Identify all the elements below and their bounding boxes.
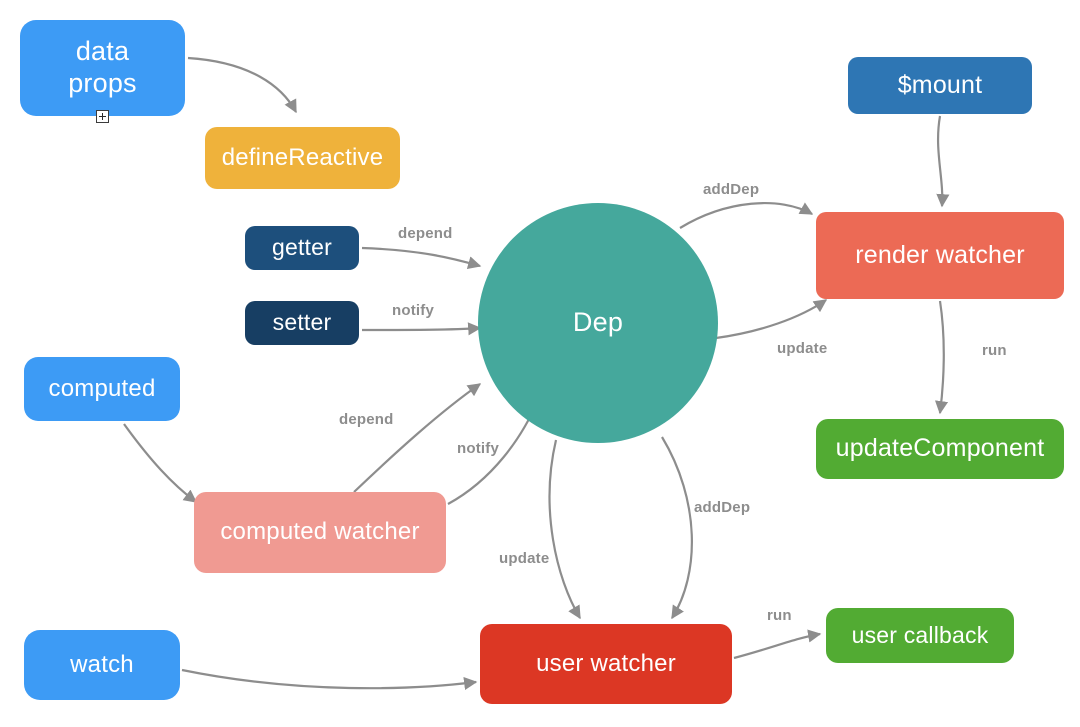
- plus-square-icon[interactable]: [96, 110, 109, 123]
- node-data-props-line2: props: [68, 68, 137, 98]
- node-data-props[interactable]: data props: [20, 20, 185, 116]
- node-render-watcher[interactable]: render watcher: [816, 212, 1064, 299]
- node-mount[interactable]: $mount: [848, 57, 1032, 114]
- node-watch[interactable]: watch: [24, 630, 180, 700]
- node-update-component[interactable]: updateComponent: [816, 419, 1064, 479]
- edge-watch-to-userwatcher: [181, 668, 478, 691]
- node-user-callback[interactable]: user callback: [826, 608, 1014, 663]
- edge-data-to-definereactive: [187, 56, 297, 114]
- edge-label-run-user: run: [767, 607, 792, 624]
- edge-renderwatcher-to-updatecomponent: [934, 300, 949, 415]
- edge-dep-to-userwatcher-update: [548, 439, 581, 620]
- edge-label-depend-getter: depend: [398, 225, 453, 242]
- edge-label-adddep-render: addDep: [703, 181, 760, 198]
- edge-dep-to-renderwatcher-adddep: [679, 202, 814, 229]
- edge-label-update-render: update: [777, 340, 828, 357]
- node-user-watcher[interactable]: user watcher: [480, 624, 732, 704]
- edge-setter-to-dep: [361, 322, 482, 336]
- edge-dep-to-renderwatcher-update: [715, 299, 828, 340]
- edge-label-notify-setter: notify: [392, 302, 435, 319]
- edge-computed-to-computedwatcher: [123, 423, 198, 503]
- edge-userwatcher-to-usercallback: [733, 629, 822, 660]
- edge-label-update-user: update: [499, 550, 550, 567]
- edge-dep-to-userwatcher-adddep: [661, 436, 693, 620]
- node-computed[interactable]: computed: [24, 357, 180, 421]
- edge-label-adddep-user: addDep: [694, 499, 751, 516]
- edge-computedwatcher-to-dep-depend: [353, 383, 482, 493]
- edge-getter-to-dep: [361, 246, 482, 270]
- node-setter[interactable]: setter: [245, 301, 359, 345]
- node-computed-watcher[interactable]: computed watcher: [194, 492, 446, 573]
- node-dep[interactable]: Dep: [478, 203, 718, 443]
- diagram-canvas: data props defineReactive getter setter …: [0, 0, 1080, 727]
- node-data-props-line1: data: [75, 36, 130, 67]
- edge-mount-to-renderwatcher: [936, 115, 950, 208]
- edge-label-depend-computed: depend: [339, 411, 394, 428]
- node-definereactive[interactable]: defineReactive: [205, 127, 400, 189]
- edge-label-run-render: run: [982, 342, 1007, 359]
- edge-label-notify-computed: notify: [457, 440, 500, 457]
- node-getter[interactable]: getter: [245, 226, 359, 270]
